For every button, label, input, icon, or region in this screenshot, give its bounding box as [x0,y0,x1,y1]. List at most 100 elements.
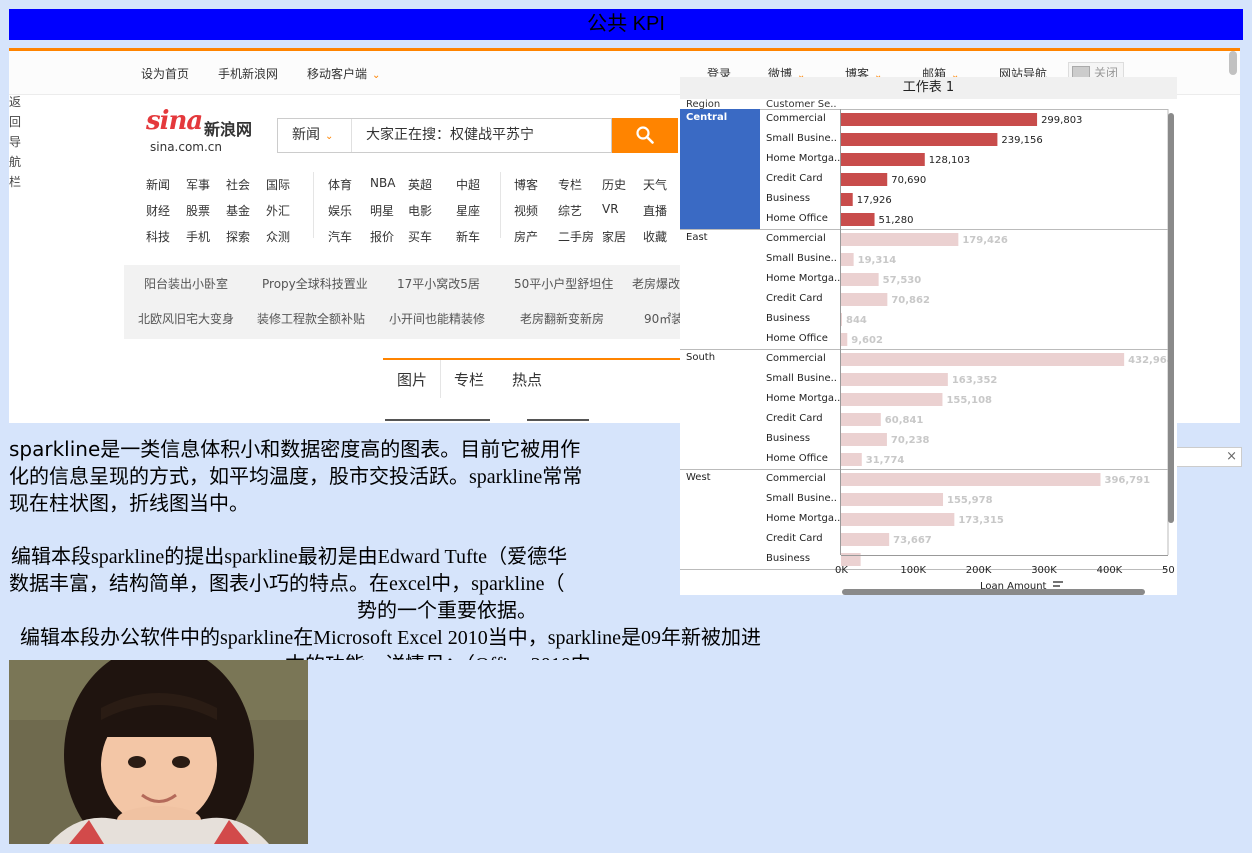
category-link[interactable]: NBA [370,176,395,190]
segment-label: Business [766,193,810,204]
bar-value-label: 19,314 [858,255,897,266]
bar-value-label: 9,602 [851,335,883,346]
category-link[interactable]: 综艺 [558,202,582,219]
category-link[interactable]: 股票 [186,202,210,219]
search-button[interactable] [612,118,678,153]
bar [841,373,948,386]
category-link[interactable]: 天气 [643,176,667,193]
category-link[interactable]: 军事 [186,176,210,193]
segment-label: Credit Card [766,293,823,304]
ad-link[interactable]: 小开间也能精装修 [389,310,485,327]
paragraph-line: sparkline是一类信息体积小和数据密度高的图表。目前它被用作 [9,437,581,461]
category-link[interactable]: 英超 [408,176,432,193]
category-link[interactable]: 汽车 [328,228,352,245]
tab-columns[interactable]: 专栏 [454,369,484,390]
search-input[interactable]: 大家正在搜：权健战平苏宁 [366,119,534,152]
divider [500,172,501,238]
category-link[interactable]: 国际 [266,176,290,193]
search-icon [636,126,654,144]
category-link[interactable]: 娱乐 [328,202,352,219]
bar-value-label: 51,280 [879,215,914,226]
x-tick-label: 50 [1162,565,1175,576]
category-link[interactable]: 新闻 [146,176,170,193]
category-link[interactable]: 手机 [186,228,210,245]
category-link[interactable]: 直播 [643,202,667,219]
bar-value-label: 299,803 [1041,115,1082,126]
category-link[interactable]: 收藏 [643,228,667,245]
mobile-sina-link[interactable]: 手机新浪网 [218,65,278,82]
segment-label: Business [766,313,810,324]
category-link[interactable]: 买车 [408,228,432,245]
ad-links-box: 阳台装出小卧室 Propy全球科技置业 17平小窝改5居 50平小户型舒坦住 老… [124,265,684,339]
vertical-scrollbar[interactable] [1168,113,1174,523]
bar [841,293,888,306]
category-link[interactable]: 专栏 [558,176,582,193]
bar [841,433,887,446]
segment-label: Home Mortga.. [766,393,840,404]
category-link[interactable]: 体育 [328,176,352,193]
bar [841,193,853,206]
category-link[interactable]: 外汇 [266,202,290,219]
tab-pictures[interactable]: 图片 [397,369,427,390]
x-tick-label: 400K [1097,565,1123,576]
category-link[interactable]: 基金 [226,202,250,219]
segment-label: Credit Card [766,173,823,184]
paragraph-line: 化的信息呈现的方式，如平均温度，股市交投活跃。sparkline常常 [9,466,583,488]
sina-logo[interactable]: sina 新浪网 sina.com.cn [146,106,256,156]
category-link[interactable]: 新车 [456,228,480,245]
ad-link[interactable]: 装修工程款全额补贴 [257,310,365,327]
bar-value-label: 239,156 [1001,135,1042,146]
category-link[interactable]: 科技 [146,228,170,245]
mobile-client-link[interactable]: 移动客户端 ⌄ [307,65,380,82]
paragraph-line: 数据丰富，结构简单，图表小巧的特点。在excel中，sparkline（ [9,573,565,595]
ad-link[interactable]: Propy全球科技置业 [262,275,368,292]
divider [385,419,490,421]
frame-scrollbar[interactable] [1229,51,1237,75]
side-input[interactable]: × [1168,447,1242,467]
category-link[interactable]: 房产 [514,228,538,245]
ad-link[interactable]: 50平小户型舒坦住 [514,275,613,292]
ad-link[interactable]: 老房翻新变新房 [520,310,604,327]
ad-link[interactable]: 90㎡装 [644,310,683,327]
set-homepage-link[interactable]: 设为首页 [141,65,189,82]
category-link[interactable]: 二手房 [558,228,594,245]
category-link[interactable]: 星座 [456,202,480,219]
category-link[interactable]: 明星 [370,202,394,219]
category-link[interactable]: VR [602,202,619,216]
girl-photo [9,660,308,844]
bar [841,253,854,266]
category-link[interactable]: 报价 [370,228,394,245]
category-link[interactable]: 社会 [226,176,250,193]
segment-label: Business [766,553,810,564]
category-link[interactable]: 博客 [514,176,538,193]
category-link[interactable]: 财经 [146,202,170,219]
bar-value-label: 31,774 [866,455,905,466]
ad-link[interactable]: 老房爆改 [632,275,680,292]
bar-value-label: 179,426 [962,235,1008,246]
window-title: 公共 KPI [9,9,1243,40]
bar-value-label: 73,667 [893,535,932,546]
region-label: Central [686,112,727,123]
category-link[interactable]: 中超 [456,176,480,193]
category-link[interactable]: 视频 [514,202,538,219]
ad-link[interactable]: 北欧风旧宅大变身 [138,310,234,327]
category-link[interactable]: 众测 [266,228,290,245]
tab-hot[interactable]: 热点 [512,369,542,390]
ad-link[interactable]: 17平小窝改5居 [397,275,480,292]
paragraph-line: 编辑本段sparkline的提出sparkline最初是由Edward Tuft… [11,546,568,568]
ad-link[interactable]: 阳台装出小卧室 [144,275,228,292]
category-link[interactable]: 电影 [408,202,432,219]
segment-label: Credit Card [766,533,823,544]
bar [841,213,875,226]
paragraph-line: 编辑本段办公软件中的sparkline在Microsoft Excel 2010… [20,627,762,649]
paragraph-line: 本的功能，详情见：（Office 2010中 [285,648,591,660]
region-label: South [686,352,715,363]
category-link[interactable]: 家居 [602,228,626,245]
bar [841,513,955,526]
search-category-select[interactable]: 新闻 ⌄ [278,119,352,152]
category-link[interactable]: 探索 [226,228,250,245]
horizontal-scrollbar[interactable] [842,589,1145,595]
bar [841,133,998,146]
bar [841,333,848,346]
category-link[interactable]: 历史 [602,176,626,193]
